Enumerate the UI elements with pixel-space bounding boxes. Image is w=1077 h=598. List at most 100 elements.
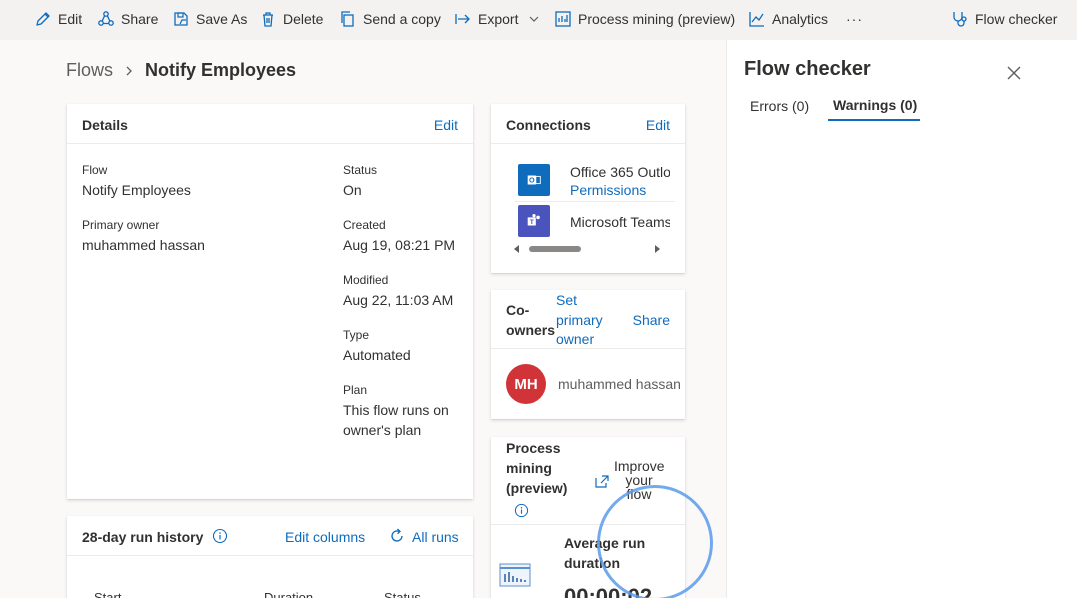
outlook-permissions-link[interactable]: Permissions xyxy=(570,182,646,198)
export-arrow-icon xyxy=(455,14,470,24)
plan-value-line1: This flow runs on xyxy=(343,402,449,418)
column-start[interactable]: Start xyxy=(94,588,121,598)
export-label: Export xyxy=(478,11,519,27)
primary-owner-label: Primary owner xyxy=(82,218,160,232)
connection-outlook-name: Office 365 Outlook xyxy=(570,164,670,180)
breadcrumb-flows-link[interactable]: Flows xyxy=(66,60,113,81)
process-mining-button[interactable]: Process mining (preview) xyxy=(554,0,735,38)
status-label: Status xyxy=(343,163,378,177)
chevron-down-icon xyxy=(530,16,539,22)
svg-text:O: O xyxy=(529,176,535,185)
copy-icon xyxy=(341,11,354,27)
process-mining-icon xyxy=(555,11,571,27)
more-icon: ··· xyxy=(846,11,863,27)
open-external-icon[interactable] xyxy=(594,474,610,488)
flow-label: Flow xyxy=(82,163,108,177)
cursor-highlight xyxy=(597,485,713,598)
page-title: Notify Employees xyxy=(145,60,297,80)
avatar: MH xyxy=(506,364,546,404)
coowners-card: Co- owners Set primary owner Share MH mu… xyxy=(491,290,685,419)
save-as-button[interactable]: Save As xyxy=(172,0,247,38)
delete-button[interactable]: Delete xyxy=(259,0,323,38)
column-status[interactable]: Status xyxy=(384,588,421,598)
flow-checker-title: Flow checker xyxy=(744,58,871,80)
coowner-name: muhammed hassan xyxy=(558,376,681,392)
analytics-button[interactable]: Analytics xyxy=(748,0,828,38)
share-icon xyxy=(98,11,114,26)
share-label: Share xyxy=(121,11,159,27)
improve-line1: Improve xyxy=(614,458,665,474)
coowners-title-line2: owners xyxy=(506,322,556,338)
flow-checker-label: Flow checker xyxy=(975,11,1058,27)
analytics-label: Analytics xyxy=(772,11,829,27)
share-button[interactable]: Share xyxy=(97,0,158,38)
more-button[interactable]: ··· xyxy=(846,0,863,38)
edit-columns-link[interactable]: Edit columns xyxy=(285,529,365,545)
save-as-label: Save As xyxy=(196,11,248,27)
flow-checker-pane: Flow checker Errors (0) Warnings (0) xyxy=(726,40,1077,598)
tab-warnings[interactable]: Warnings (0) xyxy=(833,97,917,113)
info-icon[interactable] xyxy=(212,528,228,544)
plan-label: Plan xyxy=(343,383,368,397)
type-label: Type xyxy=(343,328,370,342)
set-primary-owner-line1[interactable]: Set xyxy=(556,292,577,308)
connections-edit-link[interactable]: Edit xyxy=(646,117,670,133)
connections-card: Connections Edit O Office 365 Outlook Pe… xyxy=(491,104,685,273)
horizontal-scrollbar[interactable] xyxy=(511,242,661,256)
scrollbar-thumb[interactable] xyxy=(529,246,581,252)
column-duration[interactable]: Duration xyxy=(264,588,313,598)
send-copy-label: Send a copy xyxy=(363,11,441,27)
type-value: Automated xyxy=(343,347,411,363)
modified-label: Modified xyxy=(343,273,389,287)
stethoscope-icon xyxy=(953,12,967,27)
modified-value: Aug 22, 11:03 AM xyxy=(343,292,454,308)
details-title: Details xyxy=(82,117,128,133)
coowners-share-link[interactable]: Share xyxy=(633,312,670,328)
duration-chart-icon xyxy=(499,563,531,587)
run-history-header: 28-day run history Edit columns All runs xyxy=(67,516,473,556)
edit-label: Edit xyxy=(58,11,83,27)
status-value: On xyxy=(343,182,362,198)
details-card: Details Edit Flow Notify Employees Prima… xyxy=(67,104,473,499)
save-as-icon xyxy=(174,12,188,26)
chevron-right-icon xyxy=(126,66,132,75)
plan-value-line2: owner's plan xyxy=(343,422,422,438)
created-value: Aug 19, 08:21 PM xyxy=(343,237,456,253)
flow-checker-button[interactable]: Flow checker xyxy=(951,0,1057,38)
delete-label: Delete xyxy=(283,11,324,27)
analytics-icon xyxy=(749,12,764,27)
set-primary-owner-line2[interactable]: primary xyxy=(556,312,603,328)
run-history-title: 28-day run history xyxy=(82,529,204,545)
scroll-left-icon[interactable] xyxy=(513,245,521,253)
created-label: Created xyxy=(343,218,386,232)
process-mining-title-line3: (preview) xyxy=(506,480,568,496)
export-button[interactable]: Export xyxy=(454,0,540,38)
connection-teams-name: Microsoft Teams xyxy=(570,214,670,230)
coowners-header: Co- owners Set primary owner Share xyxy=(491,290,685,349)
run-history-card: 28-day run history Edit columns All runs… xyxy=(67,516,473,598)
info-icon[interactable] xyxy=(514,503,529,518)
details-edit-link[interactable]: Edit xyxy=(434,117,458,133)
refresh-icon[interactable] xyxy=(388,527,406,545)
command-bar: Edit Share Save As Delete Send a copy Ex… xyxy=(0,0,1077,40)
set-primary-owner-line3[interactable]: owner xyxy=(556,331,594,347)
primary-owner-value: muhammed hassan xyxy=(82,237,205,253)
pencil-icon xyxy=(36,12,50,26)
active-tab-indicator xyxy=(828,119,920,121)
send-copy-button[interactable]: Send a copy xyxy=(339,0,441,38)
breadcrumb: Flows Notify Employees xyxy=(66,60,296,81)
connections-title: Connections xyxy=(506,117,591,133)
coowners-title-line1: Co- xyxy=(506,302,530,318)
connections-header: Connections Edit xyxy=(491,104,685,144)
edit-button[interactable]: Edit xyxy=(34,0,82,38)
process-mining-label: Process mining (preview) xyxy=(578,11,736,27)
details-header: Details Edit xyxy=(67,104,473,144)
process-mining-title-line1: Process xyxy=(506,440,561,456)
tab-errors[interactable]: Errors (0) xyxy=(750,98,809,114)
trash-icon xyxy=(263,12,273,27)
outlook-icon: O xyxy=(518,164,550,196)
close-icon[interactable] xyxy=(1007,66,1021,80)
flow-value: Notify Employees xyxy=(82,182,191,198)
all-runs-link[interactable]: All runs xyxy=(412,529,459,545)
scroll-right-icon[interactable] xyxy=(653,245,661,253)
